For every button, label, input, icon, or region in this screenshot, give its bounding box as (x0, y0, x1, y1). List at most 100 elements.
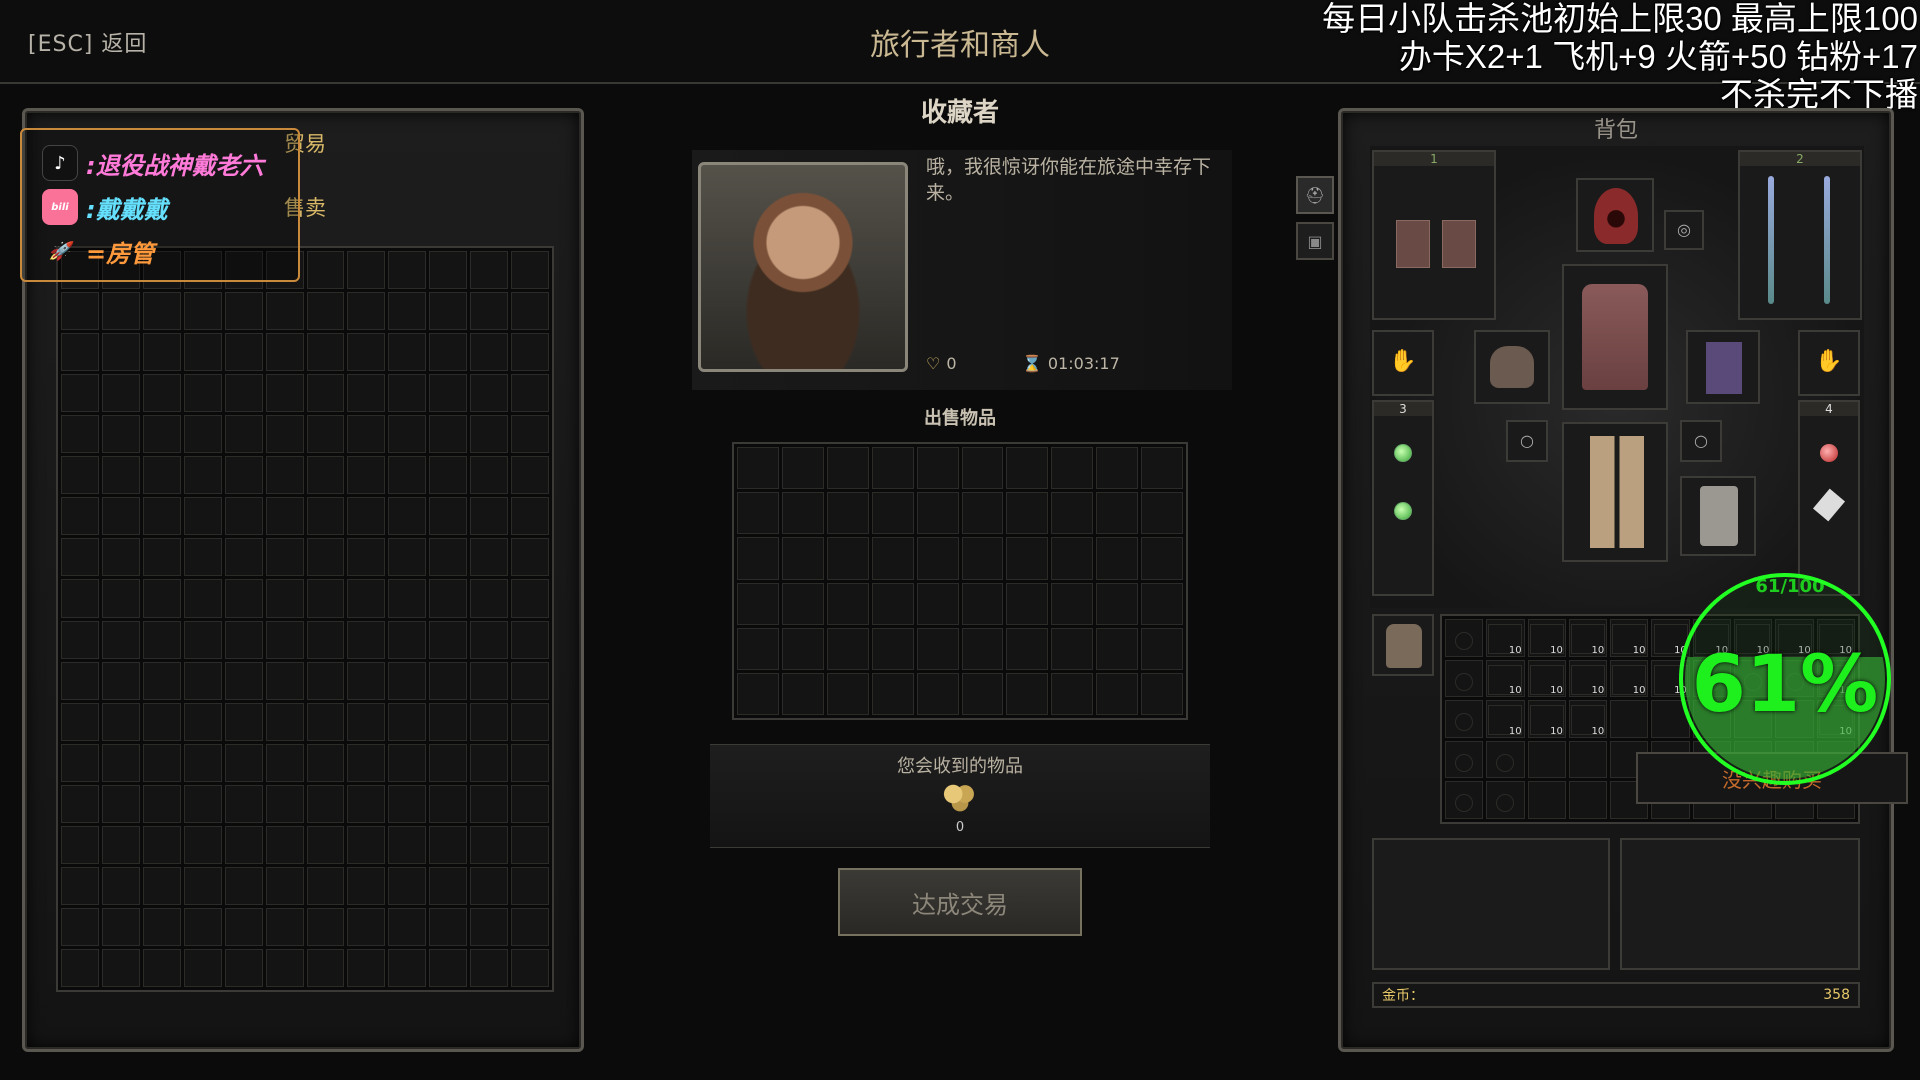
grid-cell[interactable] (306, 251, 345, 290)
grid-cell[interactable] (388, 948, 427, 987)
gold-coin-cell[interactable]: 10 (1568, 619, 1608, 657)
grid-cell[interactable] (61, 620, 99, 659)
grid-cell[interactable] (871, 537, 914, 580)
grid-cell[interactable] (61, 415, 99, 454)
grid-cell[interactable] (61, 866, 99, 905)
grid-cell[interactable] (183, 825, 222, 864)
grid-cell[interactable] (511, 620, 549, 659)
grid-cell[interactable] (347, 866, 386, 905)
grid-cell[interactable] (265, 292, 304, 331)
grid-cell[interactable] (1006, 447, 1049, 490)
grid-cell[interactable] (961, 447, 1004, 490)
gold-coin-cell[interactable]: 10 (1486, 700, 1525, 738)
grid-cell[interactable] (142, 374, 181, 413)
grid-cell[interactable] (388, 784, 427, 823)
grid-cell[interactable] (388, 333, 427, 372)
grid-cell[interactable] (470, 456, 509, 495)
grid-cell[interactable] (470, 620, 509, 659)
grid-cell[interactable] (511, 374, 549, 413)
grid-cell[interactable] (1051, 492, 1094, 535)
grid-cell[interactable] (429, 620, 468, 659)
grid-cell[interactable] (183, 497, 222, 536)
grid-cell[interactable] (871, 627, 914, 670)
grid-cell[interactable] (306, 866, 345, 905)
grid-cell[interactable] (388, 743, 427, 782)
grid-cell[interactable] (511, 415, 549, 454)
grid-cell[interactable] (1568, 740, 1608, 779)
grid-cell[interactable] (61, 374, 99, 413)
grid-cell[interactable] (1096, 492, 1139, 535)
grid-cell[interactable] (101, 702, 140, 741)
grid-cell[interactable] (470, 948, 509, 987)
grid-cell[interactable] (470, 784, 509, 823)
grid-cell[interactable] (470, 333, 509, 372)
grid-cell[interactable] (388, 907, 427, 946)
grid-cell[interactable] (1096, 582, 1139, 625)
green-potion-cell[interactable] (1486, 740, 1525, 779)
grid-cell[interactable] (511, 825, 549, 864)
grid-cell[interactable] (265, 702, 304, 741)
grid-cell[interactable] (916, 672, 959, 715)
grid-cell[interactable] (470, 415, 509, 454)
grid-cell[interactable] (142, 907, 181, 946)
grid-cell[interactable] (265, 374, 304, 413)
grid-cell[interactable] (101, 948, 140, 987)
grid-cell[interactable] (429, 251, 468, 290)
grid-cell[interactable] (511, 866, 549, 905)
grid-cell[interactable] (265, 825, 304, 864)
grid-cell[interactable] (429, 907, 468, 946)
grid-cell[interactable] (1527, 740, 1566, 779)
grid-cell[interactable] (388, 456, 427, 495)
grid-cell[interactable] (61, 743, 99, 782)
grid-cell[interactable] (347, 251, 386, 290)
grid-cell[interactable] (511, 907, 549, 946)
stash-right[interactable] (1620, 838, 1860, 970)
grid-cell[interactable] (183, 620, 222, 659)
grid-cell[interactable] (224, 620, 263, 659)
grid-cell[interactable] (61, 825, 99, 864)
grid-cell[interactable] (737, 582, 779, 625)
grid-cell[interactable] (470, 497, 509, 536)
grid-cell[interactable] (429, 292, 468, 331)
grid-cell[interactable] (142, 497, 181, 536)
grid-cell[interactable] (916, 492, 959, 535)
grid-cell[interactable] (306, 292, 345, 331)
grid-cell[interactable] (61, 661, 99, 700)
grid-cell[interactable] (347, 743, 386, 782)
grid-cell[interactable] (265, 907, 304, 946)
grid-cell[interactable] (265, 456, 304, 495)
grid-cell[interactable] (470, 661, 509, 700)
grid-cell[interactable] (388, 825, 427, 864)
grid-cell[interactable] (183, 907, 222, 946)
grid-cell[interactable] (224, 579, 263, 618)
grid-cell[interactable] (388, 292, 427, 331)
utility-slot-right[interactable]: ✋ (1798, 330, 1860, 396)
grid-cell[interactable] (1051, 627, 1094, 670)
grid-cell[interactable] (916, 447, 959, 490)
ring-slot-right[interactable]: ○ (1680, 420, 1722, 462)
grid-cell[interactable] (265, 784, 304, 823)
grid-cell[interactable] (101, 743, 140, 782)
grid-cell[interactable] (265, 743, 304, 782)
grid-cell[interactable] (511, 743, 549, 782)
gold-coin-cell[interactable]: 10 (1527, 700, 1566, 738)
grid-cell[interactable] (429, 743, 468, 782)
grid-cell[interactable] (388, 866, 427, 905)
grid-cell[interactable] (265, 948, 304, 987)
grid-cell[interactable] (142, 866, 181, 905)
grid-cell[interactable] (388, 620, 427, 659)
grid-cell[interactable] (511, 292, 549, 331)
grid-cell[interactable] (871, 582, 914, 625)
stash-left[interactable] (1372, 838, 1610, 970)
grid-cell[interactable] (224, 415, 263, 454)
grid-cell[interactable] (306, 784, 345, 823)
grid-cell[interactable] (347, 456, 386, 495)
grid-cell[interactable] (511, 948, 549, 987)
grid-cell[interactable] (871, 492, 914, 535)
grid-cell[interactable] (1141, 447, 1183, 490)
grid-cell[interactable] (265, 333, 304, 372)
grid-cell[interactable] (470, 743, 509, 782)
gold-coin-cell[interactable]: 10 (1486, 659, 1525, 698)
boots-slot[interactable] (1680, 476, 1756, 556)
grid-cell[interactable] (142, 702, 181, 741)
